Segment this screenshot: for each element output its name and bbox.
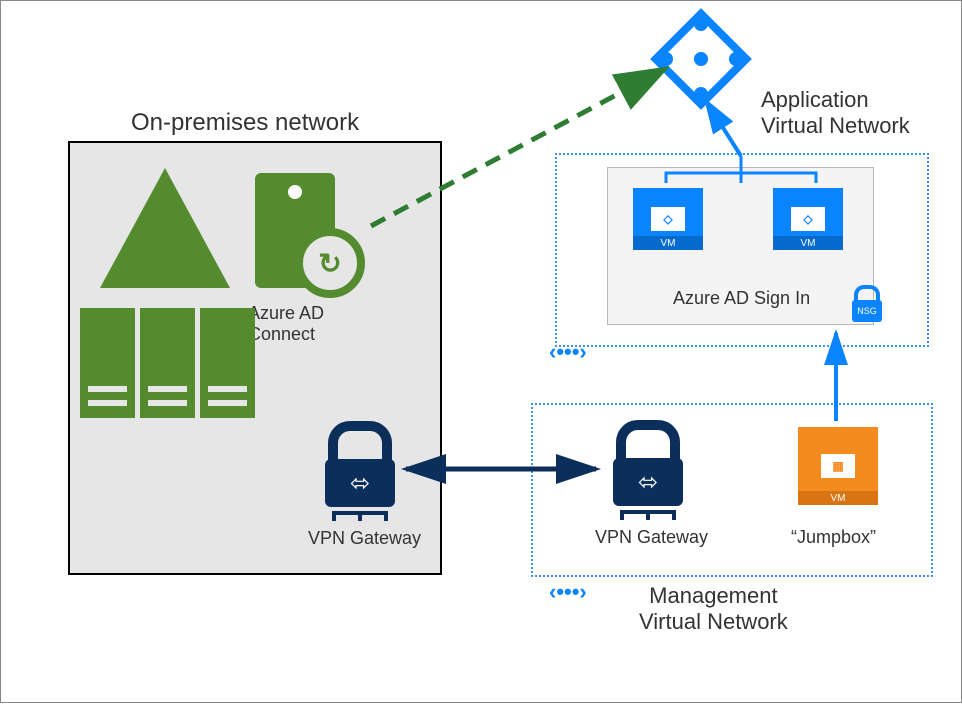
arrow-signin-to-aad: [706, 101, 741, 156]
azure-ad-icon: [661, 19, 741, 99]
onprem-network-box: ↻ Azure AD Connect ⬄ VPN Gateway: [68, 141, 442, 575]
app-title-line2: Virtual Network: [761, 113, 910, 138]
jumpbox-label: “Jumpbox”: [791, 527, 876, 548]
storage-drive-icon: [80, 308, 135, 418]
sync-icon: ↻: [295, 228, 365, 298]
aad-connect-line2: Connect: [248, 324, 315, 344]
aad-signin-label: Azure AD Sign In: [673, 288, 810, 309]
application-vnet-title: Application Virtual Network: [761, 87, 910, 140]
aad-connect-line1: Azure AD: [248, 303, 324, 323]
storage-drive-icon: [140, 308, 195, 418]
vpn-gateway-mgmt-label: VPN Gateway: [595, 527, 708, 548]
mgmt-title-line1: Management: [649, 583, 777, 608]
onprem-title: On-premises network: [131, 109, 359, 137]
storage-drive-icon: [200, 308, 255, 418]
vm-jumpbox-icon: ▦ VM: [798, 427, 878, 505]
vm-badge: VM: [633, 236, 703, 250]
vpn-gateway-icon: ⬄: [320, 421, 400, 521]
mgmt-title-line2: Virtual Network: [639, 609, 788, 634]
application-vnet-box: ◇ VM ◇ VM Azure AD Sign In NSG: [555, 153, 929, 347]
vnet-peering-icon: ‹•••›: [549, 339, 587, 365]
vpn-gateway-icon: ⬄: [608, 420, 688, 520]
onprem-ad-icon: [100, 168, 230, 288]
vm-icon: ◇ VM: [773, 188, 843, 250]
vnet-peering-icon: ‹•••›: [549, 579, 587, 605]
management-vnet-box: ⬄ VPN Gateway ▦ VM “Jumpbox”: [531, 403, 933, 577]
aad-connect-label: Azure AD Connect: [248, 303, 358, 345]
vpn-gateway-onprem-label: VPN Gateway: [308, 528, 421, 549]
nsg-text: NSG: [852, 300, 882, 322]
app-title-line1: Application: [761, 87, 869, 112]
nsg-lock-icon: NSG: [847, 285, 887, 322]
architecture-diagram: On-premises network ↻ Azure AD Connect ⬄: [0, 0, 962, 703]
vm-icon: ◇ VM: [633, 188, 703, 250]
aad-signin-subnet: ◇ VM ◇ VM Azure AD Sign In: [607, 167, 874, 325]
vm-badge: VM: [798, 491, 878, 505]
vm-badge: VM: [773, 236, 843, 250]
management-vnet-title: Management Virtual Network: [639, 583, 788, 636]
